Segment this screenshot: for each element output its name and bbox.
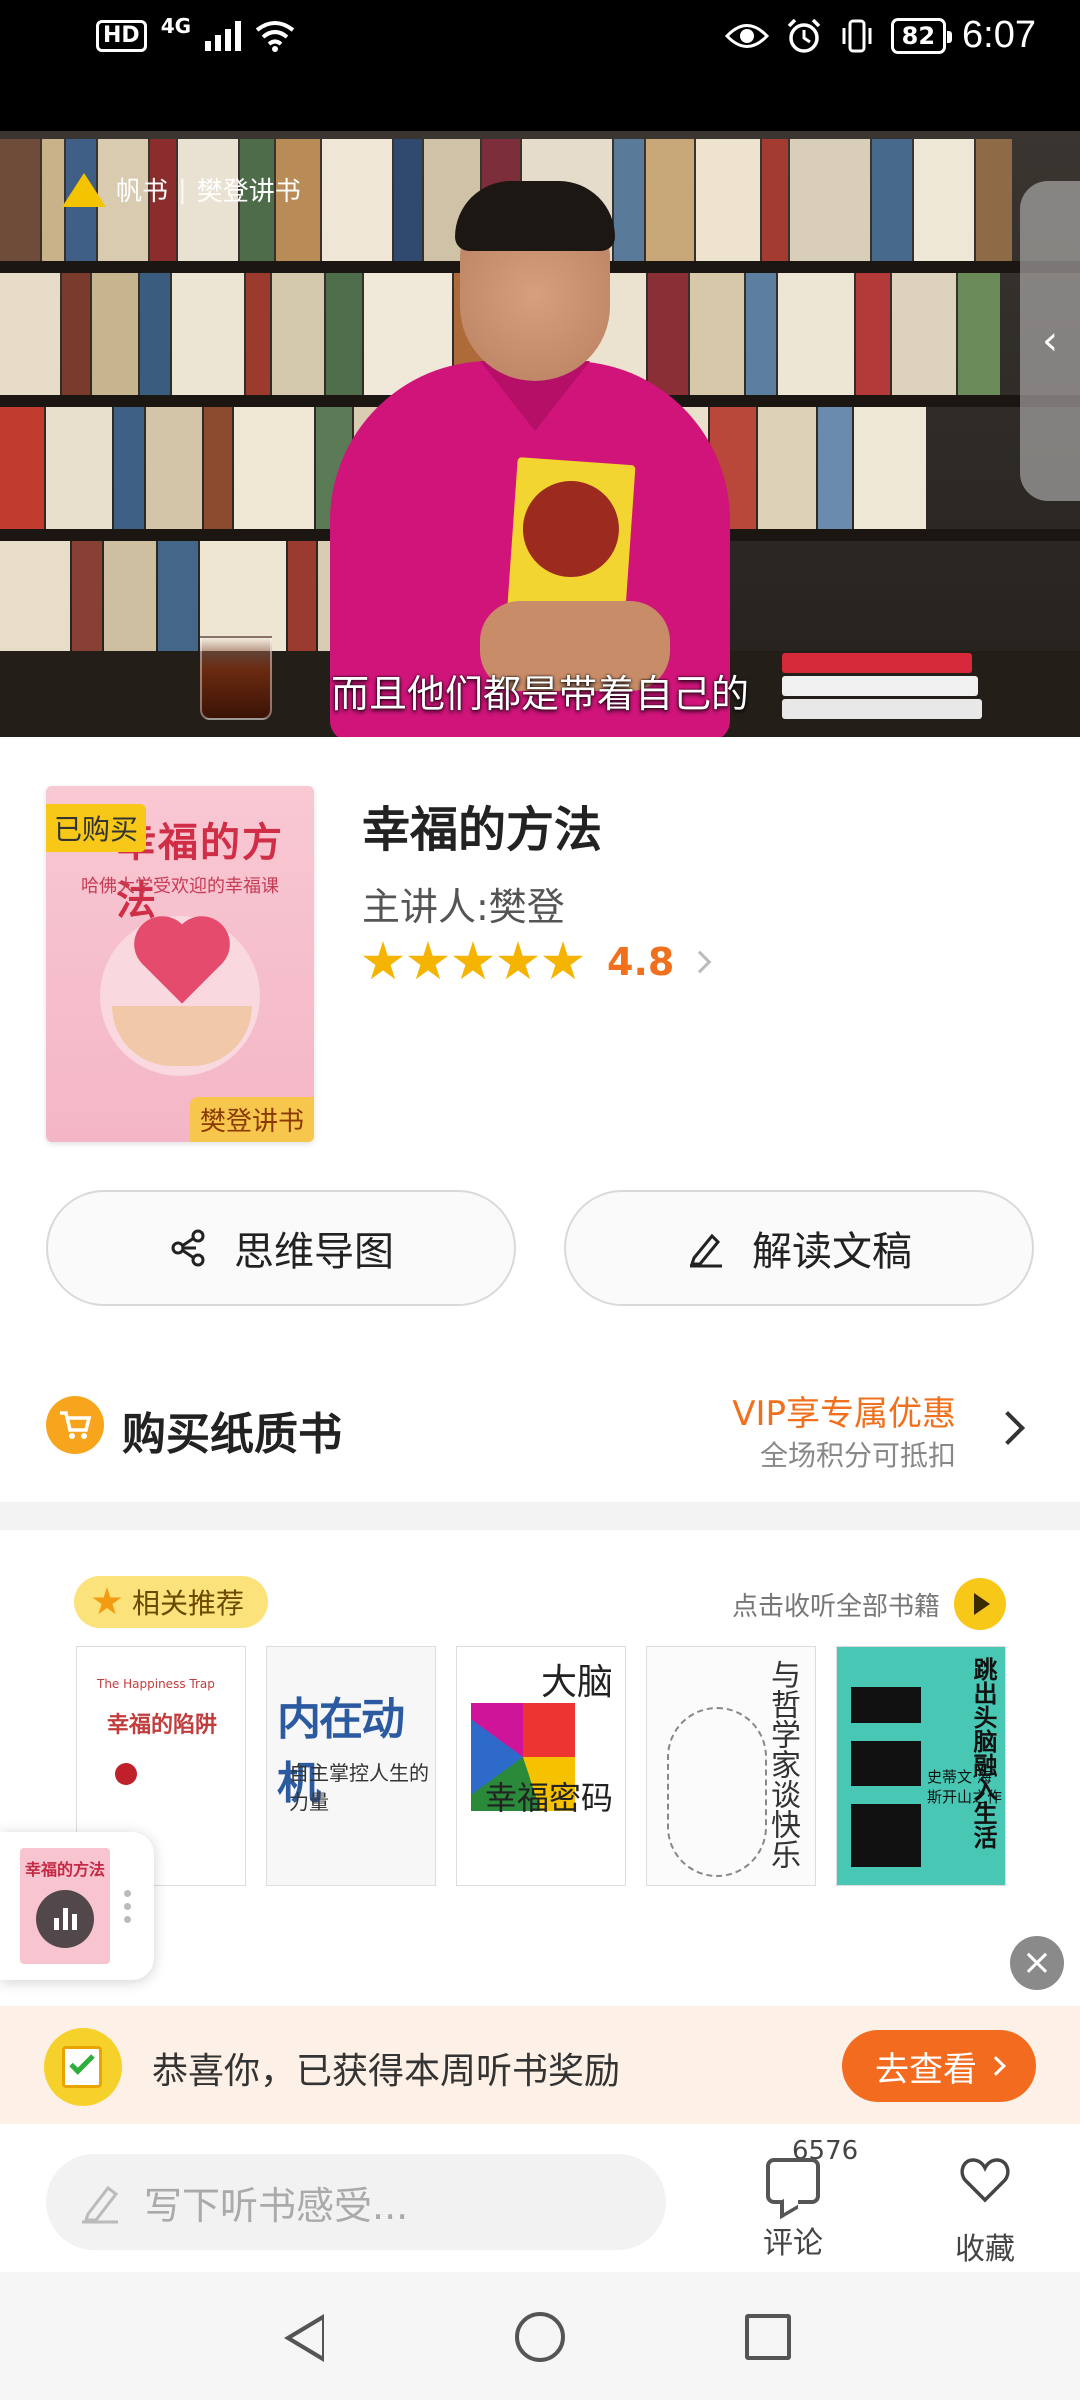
sketch-illustration: [667, 1707, 767, 1877]
audio-playing-icon[interactable]: [36, 1890, 94, 1948]
recommend-label: 相关推荐: [132, 1587, 245, 1620]
video-player[interactable]: 帆书 | 樊登讲书 而且他们都是带着自己的 ‹: [0, 131, 1080, 737]
cover-series-badge: 樊登讲书: [189, 1097, 314, 1142]
recommend-tag: 相关推荐: [74, 1576, 269, 1628]
recommended-book[interactable]: 大脑 幸福密码: [456, 1646, 626, 1886]
comments-button[interactable]: 6576 评论: [742, 2136, 858, 2262]
video-watermark: 帆书 | 樊登讲书: [62, 171, 301, 208]
star-icon: [407, 941, 449, 980]
section-divider: [0, 1502, 1080, 1530]
status-bar: HD 4G 82 6:07: [0, 0, 1080, 131]
book-title-secondary: 幸福密码: [484, 1779, 613, 1817]
brand-logo-icon: [62, 172, 106, 207]
book-title: 大脑: [540, 1662, 613, 1703]
play-icon: [954, 1578, 1006, 1630]
book-speaker: 主讲人:樊登: [362, 885, 565, 929]
system-nav-bar: [0, 2272, 1080, 2400]
shopping-cart-icon: [46, 1396, 104, 1454]
mini-player[interactable]: 幸福的方法: [0, 1832, 154, 1980]
vibrate-icon: [842, 19, 872, 52]
book-en-title: The Happiness Trap: [97, 1677, 215, 1691]
book-subtitle: 史蒂文·海斯开山之作: [927, 1768, 1003, 1806]
comments-label: 评论: [763, 2226, 823, 2261]
chevron-right-icon: [991, 1411, 1025, 1445]
recommended-book[interactable]: 内在动机 自主掌控人生的力量: [266, 1646, 436, 1886]
transcript-label: 解读文稿: [752, 1229, 912, 1275]
pen-icon: [689, 1233, 722, 1268]
recommended-book[interactable]: 跳出头脑融入生活 史蒂文·海斯开山之作: [836, 1646, 1006, 1886]
book-cover[interactable]: 幸福的方法 哈佛大学受欢迎的幸福课 已购买 樊登讲书: [46, 786, 314, 1142]
buy-paper-book-label: 购买纸质书: [122, 1409, 342, 1460]
vip-offer-text: VIP享专属优惠: [732, 1394, 956, 1434]
checklist-icon: [44, 2028, 122, 2106]
side-drawer-handle[interactable]: ‹: [1020, 181, 1080, 501]
book-title: 幸福的方法: [362, 802, 603, 858]
favorite-button[interactable]: 收藏: [930, 2136, 1040, 2268]
video-subtitle: 而且他们都是带着自己的: [330, 672, 749, 716]
star-icon: [452, 941, 494, 980]
brand-separator: |: [178, 174, 187, 205]
recent-apps-icon[interactable]: [745, 2314, 791, 2360]
battery-icon: 82: [890, 17, 953, 54]
star-icon: [542, 941, 584, 980]
chevron-right-icon: [986, 2056, 1006, 2076]
recommended-book[interactable]: 与哲学家谈快乐: [646, 1646, 816, 1886]
purchased-badge: 已购买: [46, 804, 147, 852]
input-placeholder: 写下听书感受...: [144, 2183, 409, 2228]
close-banner-button[interactable]: ×: [1010, 1936, 1064, 1990]
star-icon: [362, 941, 404, 980]
listening-note-input[interactable]: 写下听书感受...: [46, 2154, 666, 2250]
comment-bubble-icon: [766, 2158, 820, 2204]
balloon-illustration: [115, 1763, 137, 1785]
rating-score: 4.8: [607, 940, 675, 984]
reward-text: 恭喜你，已获得本周听书奖励: [152, 2051, 621, 2092]
mindmap-button[interactable]: 思维导图: [46, 1190, 516, 1306]
book-title: 跳出头脑融入生活: [969, 1657, 997, 1849]
signal-icon: [205, 21, 242, 51]
more-dots-icon[interactable]: [124, 1890, 131, 1923]
wifi-icon: [255, 21, 295, 52]
back-icon[interactable]: [284, 2314, 324, 2362]
heart-outline-icon: [960, 2158, 1010, 2203]
star-icon: [92, 1587, 122, 1615]
transcript-button[interactable]: 解读文稿: [564, 1190, 1034, 1306]
listen-all-button[interactable]: 点击收听全部书籍: [732, 1578, 1006, 1630]
recommended-books: The Happiness Trap 幸福的陷阱 内在动机 自主掌控人生的力量 …: [76, 1646, 1006, 1886]
star-icon: [497, 941, 539, 980]
book-title: 幸福的陷阱: [107, 1713, 218, 1738]
close-icon: ×: [1021, 1942, 1053, 1983]
book-subtitle: 自主掌控人生的力量: [289, 1761, 429, 1814]
view-reward-label: 去查看: [875, 2049, 977, 2090]
listen-all-label: 点击收听全部书籍: [731, 1591, 940, 1622]
eye-icon: [724, 23, 769, 48]
view-reward-button[interactable]: 去查看: [842, 2030, 1036, 2102]
block-illustration: [851, 1687, 921, 1867]
book-title: 与哲学家谈快乐: [765, 1659, 800, 1869]
brand-channel: 樊登讲书: [196, 177, 301, 207]
home-icon[interactable]: [515, 2312, 565, 2362]
reward-banner: 恭喜你，已获得本周听书奖励 去查看: [0, 2006, 1080, 2124]
favorite-label: 收藏: [955, 2232, 1015, 2267]
mindmap-icon: [171, 1229, 205, 1267]
network-type: 4G: [160, 14, 192, 38]
alarm-icon: [787, 18, 820, 53]
status-left: HD 4G: [96, 14, 295, 52]
clock: 6:07: [962, 14, 1036, 56]
rating[interactable]: 4.8: [362, 940, 712, 984]
chevron-right-icon: [689, 950, 712, 974]
status-right: 82 6:07: [724, 14, 1036, 57]
pencil-icon: [82, 2185, 119, 2224]
chevron-left-icon: ‹: [1042, 318, 1058, 364]
mindmap-label: 思维导图: [234, 1229, 394, 1275]
cover-subtitle: 哈佛大学受欢迎的幸福课: [81, 876, 279, 897]
brand-name: 帆书: [116, 177, 169, 207]
buy-paper-book-row[interactable]: 购买纸质书 VIP享专属优惠 全场积分可抵扣: [46, 1386, 1034, 1482]
hd-icon: HD: [96, 20, 147, 52]
vip-offer-note: 全场积分可抵扣: [759, 1439, 956, 1472]
mini-player-title: 幸福的方法: [24, 1860, 105, 1879]
